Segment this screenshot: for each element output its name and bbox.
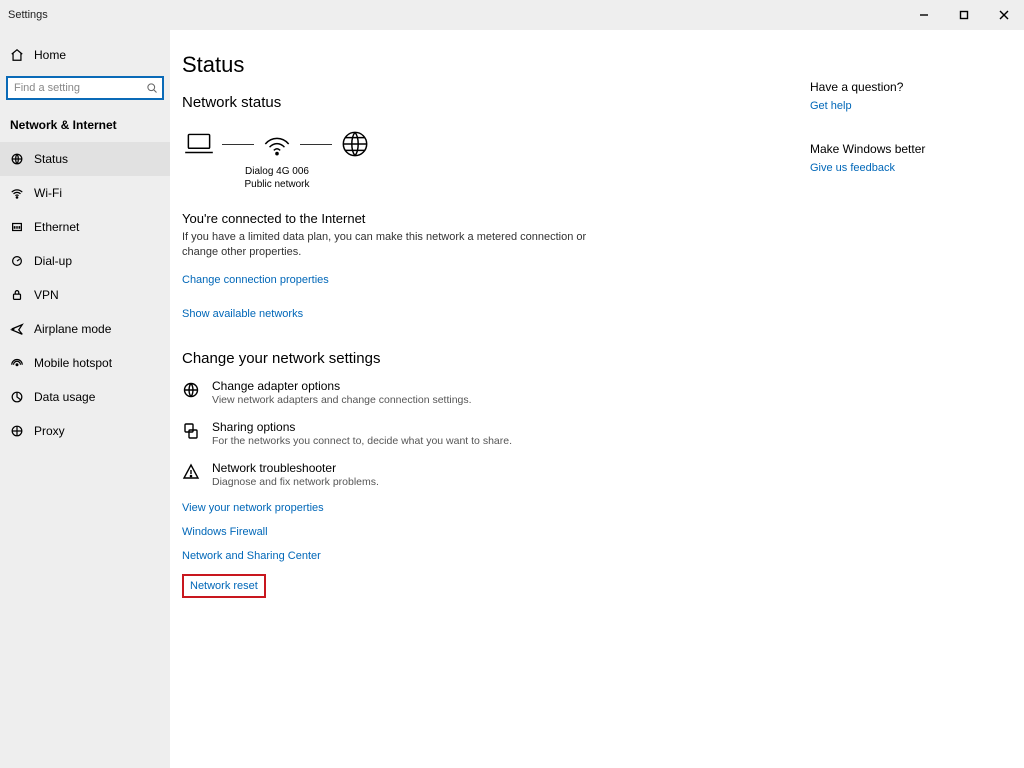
network-type: Public network xyxy=(244,178,310,191)
status-icon xyxy=(10,152,24,166)
hotspot-icon xyxy=(10,356,24,370)
nav-label: Airplane mode xyxy=(34,322,111,336)
option-title: Change adapter options xyxy=(212,379,472,393)
sidebar-item-wifi[interactable]: Wi-Fi xyxy=(0,176,170,210)
page-title: Status xyxy=(182,52,770,78)
right-panel: Have a question? Get help Make Windows b… xyxy=(810,52,1000,768)
link-network-sharing-center[interactable]: Network and Sharing Center xyxy=(182,550,770,562)
option-sharing[interactable]: Sharing options For the networks you con… xyxy=(182,420,770,447)
sidebar-item-airplane[interactable]: Airplane mode xyxy=(0,312,170,346)
nav-label: VPN xyxy=(34,288,59,302)
sidebar-home[interactable]: Home xyxy=(0,44,170,76)
link-network-reset[interactable]: Network reset xyxy=(190,580,258,592)
laptop-icon xyxy=(182,127,216,161)
titlebar: Settings xyxy=(0,0,1024,30)
nav-label: Wi-Fi xyxy=(34,186,62,200)
nav-label: Mobile hotspot xyxy=(34,356,112,370)
sidebar-item-hotspot[interactable]: Mobile hotspot xyxy=(0,346,170,380)
option-subtitle: For the networks you connect to, decide … xyxy=(212,435,512,447)
link-view-network-properties[interactable]: View your network properties xyxy=(182,502,770,514)
sidebar-item-status[interactable]: Status xyxy=(0,142,170,176)
option-subtitle: View network adapters and change connect… xyxy=(212,394,472,406)
minimize-button[interactable] xyxy=(904,0,944,30)
link-windows-firewall[interactable]: Windows Firewall xyxy=(182,526,770,538)
maximize-button[interactable] xyxy=(944,0,984,30)
proxy-icon xyxy=(10,424,24,438)
close-icon xyxy=(999,10,1009,20)
help-title: Have a question? xyxy=(810,80,1000,94)
connector-line xyxy=(222,144,254,145)
option-troubleshooter[interactable]: Network troubleshooter Diagnose and fix … xyxy=(182,461,770,488)
close-button[interactable] xyxy=(984,0,1024,30)
nav-label: Status xyxy=(34,152,68,166)
option-title: Network troubleshooter xyxy=(212,461,379,475)
feedback-title: Make Windows better xyxy=(810,142,1000,156)
sidebar-item-dialup[interactable]: Dial-up xyxy=(0,244,170,278)
airplane-icon xyxy=(10,322,24,336)
connected-description: If you have a limited data plan, you can… xyxy=(182,230,602,260)
option-title: Sharing options xyxy=(212,420,512,434)
sidebar-item-proxy[interactable]: Proxy xyxy=(0,414,170,448)
home-label: Home xyxy=(34,48,66,62)
sidebar-item-vpn[interactable]: VPN xyxy=(0,278,170,312)
adapter-icon xyxy=(182,381,200,399)
link-give-feedback[interactable]: Give us feedback xyxy=(810,162,1000,174)
maximize-icon xyxy=(959,10,969,20)
highlight-network-reset: Network reset xyxy=(182,574,266,598)
minimize-icon xyxy=(919,10,929,20)
link-show-available-networks[interactable]: Show available networks xyxy=(182,308,303,320)
dialup-icon xyxy=(10,254,24,268)
globe-icon xyxy=(338,127,372,161)
network-status-heading: Network status xyxy=(182,94,770,111)
nav-label: Ethernet xyxy=(34,220,79,234)
troubleshooter-icon xyxy=(182,463,200,481)
network-name: Dialog 4G 006 xyxy=(244,165,310,178)
nav-list: Status Wi-Fi Ethernet Dial-up VPN Airpla… xyxy=(0,142,170,448)
network-diagram xyxy=(182,127,372,161)
vpn-icon xyxy=(10,288,24,302)
nav-label: Data usage xyxy=(34,390,95,404)
connector-line xyxy=(300,144,332,145)
wifi-icon xyxy=(10,186,24,200)
sidebar: Home Network & Internet Status Wi-Fi E xyxy=(0,30,170,768)
data-usage-icon xyxy=(10,390,24,404)
wifi-signal-icon xyxy=(260,127,294,161)
sidebar-item-data-usage[interactable]: Data usage xyxy=(0,380,170,414)
sidebar-section-label: Network & Internet xyxy=(0,110,170,142)
sidebar-item-ethernet[interactable]: Ethernet xyxy=(0,210,170,244)
option-adapter[interactable]: Change adapter options View network adap… xyxy=(182,379,770,406)
search-input[interactable] xyxy=(6,76,164,100)
ethernet-icon xyxy=(10,220,24,234)
window-controls xyxy=(904,0,1024,30)
option-subtitle: Diagnose and fix network problems. xyxy=(212,476,379,488)
nav-label: Dial-up xyxy=(34,254,72,268)
change-settings-heading: Change your network settings xyxy=(182,350,770,367)
window-title: Settings xyxy=(8,9,48,21)
nav-label: Proxy xyxy=(34,424,65,438)
search-icon xyxy=(146,82,158,94)
connected-title: You're connected to the Internet xyxy=(182,211,770,226)
link-change-connection-properties[interactable]: Change connection properties xyxy=(182,274,329,286)
link-get-help[interactable]: Get help xyxy=(810,100,1000,112)
sharing-icon xyxy=(182,422,200,440)
main-content: Status Network status xyxy=(170,30,1024,768)
home-icon xyxy=(10,48,24,62)
